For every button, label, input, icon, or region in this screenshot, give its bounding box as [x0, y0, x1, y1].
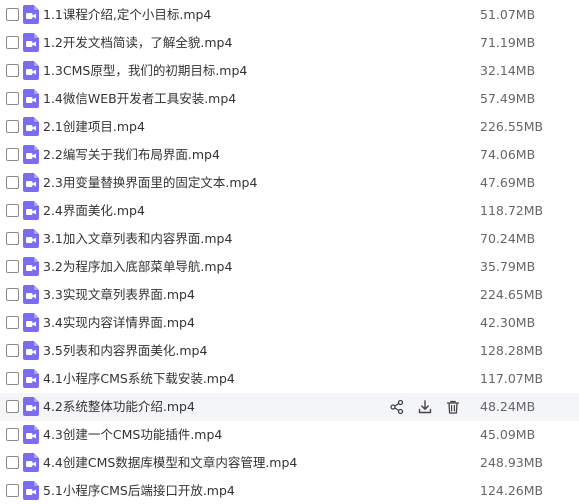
file-row[interactable]: 3.3实现文章列表界面.mp4 224.65MB	[0, 281, 579, 309]
video-file-icon	[23, 369, 39, 388]
file-checkbox[interactable]	[6, 260, 19, 273]
file-name[interactable]: 1.2开发文档简读，了解全貌.mp4	[43, 29, 232, 57]
file-size: 45.09MB	[480, 427, 536, 442]
video-file-icon	[23, 173, 39, 192]
file-name[interactable]: 2.3用变量替换界面里的固定文本.mp4	[43, 169, 257, 197]
file-name[interactable]: 3.5列表和内容界面美化.mp4	[43, 337, 207, 365]
file-row[interactable]: 1.2开发文档简读，了解全貌.mp4 71.19MB	[0, 29, 579, 57]
file-checkbox[interactable]	[6, 484, 19, 497]
download-button[interactable]	[414, 397, 436, 417]
file-name[interactable]: 1.3CMS原型，我们的初期目标.mp4	[43, 57, 247, 85]
file-name[interactable]: 4.4创建CMS数据库模型和文章内容管理.mp4	[43, 449, 297, 477]
file-name[interactable]: 5.1小程序CMS后端接口开放.mp4	[43, 477, 235, 504]
file-row[interactable]: 2.4界面美化.mp4 118.72MB	[0, 197, 579, 225]
file-size: 118.72MB	[480, 203, 544, 218]
video-file-icon	[23, 117, 39, 136]
file-row[interactable]: 2.2编写关于我们布局界面.mp4 74.06MB	[0, 141, 579, 169]
file-row[interactable]: 4.1小程序CMS系统下载安装.mp4 117.07MB	[0, 365, 579, 393]
file-size: 51.07MB	[480, 7, 536, 22]
file-checkbox[interactable]	[6, 232, 19, 245]
video-file-icon	[23, 453, 39, 472]
share-icon	[389, 399, 405, 415]
file-checkbox[interactable]	[6, 148, 19, 161]
file-row[interactable]: 1.4微信WEB开发者工具安装.mp4 57.49MB	[0, 85, 579, 113]
file-size: 48.24MB	[480, 399, 536, 414]
video-file-icon	[23, 145, 39, 164]
file-name[interactable]: 4.2系统整体功能介绍.mp4	[43, 393, 195, 421]
file-size: 226.55MB	[480, 119, 544, 134]
file-checkbox[interactable]	[6, 288, 19, 301]
file-size: 42.30MB	[480, 315, 536, 330]
file-checkbox[interactable]	[6, 456, 19, 469]
file-size: 124.26MB	[480, 483, 544, 498]
video-file-icon	[23, 61, 39, 80]
file-size: 47.69MB	[480, 175, 536, 190]
file-row[interactable]: 3.4实现内容详情界面.mp4 42.30MB	[0, 309, 579, 337]
video-file-icon	[23, 201, 39, 220]
file-name[interactable]: 2.4界面美化.mp4	[43, 197, 145, 225]
file-name[interactable]: 1.4微信WEB开发者工具安装.mp4	[43, 85, 236, 113]
file-checkbox[interactable]	[6, 64, 19, 77]
file-row[interactable]: 4.2系统整体功能介绍.mp4 48.24MB	[0, 393, 579, 421]
file-name[interactable]: 3.4实现内容详情界面.mp4	[43, 309, 195, 337]
row-actions	[386, 397, 470, 417]
video-file-icon	[23, 313, 39, 332]
file-name[interactable]: 4.1小程序CMS系统下载安装.mp4	[43, 365, 235, 393]
file-name[interactable]: 2.1创建项目.mp4	[43, 113, 145, 141]
file-checkbox[interactable]	[6, 204, 19, 217]
file-name[interactable]: 2.2编写关于我们布局界面.mp4	[43, 141, 220, 169]
file-checkbox[interactable]	[6, 344, 19, 357]
file-row[interactable]: 2.1创建项目.mp4 226.55MB	[0, 113, 579, 141]
file-row[interactable]: 1.3CMS原型，我们的初期目标.mp4 32.14MB	[0, 57, 579, 85]
file-size: 224.65MB	[480, 287, 544, 302]
file-row[interactable]: 3.1加入文章列表和内容界面.mp4 70.24MB	[0, 225, 579, 253]
file-checkbox[interactable]	[6, 372, 19, 385]
video-file-icon	[23, 33, 39, 52]
video-file-icon	[23, 5, 39, 24]
video-file-icon	[23, 425, 39, 444]
file-size: 32.14MB	[480, 63, 536, 78]
trash-icon	[445, 399, 461, 415]
file-checkbox[interactable]	[6, 36, 19, 49]
file-checkbox[interactable]	[6, 8, 19, 21]
video-file-icon	[23, 285, 39, 304]
file-name[interactable]: 4.3创建一个CMS功能插件.mp4	[43, 421, 222, 449]
video-file-icon	[23, 397, 39, 416]
file-size: 248.93MB	[480, 455, 544, 470]
file-name[interactable]: 1.1课程介绍,定个小目标.mp4	[43, 1, 211, 29]
file-row[interactable]: 4.4创建CMS数据库模型和文章内容管理.mp4 248.93MB	[0, 449, 579, 477]
file-checkbox[interactable]	[6, 120, 19, 133]
file-row[interactable]: 3.2为程序加入底部菜单导航.mp4 35.79MB	[0, 253, 579, 281]
file-checkbox[interactable]	[6, 428, 19, 441]
file-size: 74.06MB	[480, 147, 536, 162]
delete-button[interactable]	[442, 397, 464, 417]
file-name[interactable]: 3.2为程序加入底部菜单导航.mp4	[43, 253, 232, 281]
file-size: 71.19MB	[480, 35, 536, 50]
file-row[interactable]: 3.5列表和内容界面美化.mp4 128.28MB	[0, 337, 579, 365]
file-size: 57.49MB	[480, 91, 536, 106]
file-checkbox[interactable]	[6, 92, 19, 105]
file-row[interactable]: 2.3用变量替换界面里的固定文本.mp4 47.69MB	[0, 169, 579, 197]
file-row[interactable]: 5.1小程序CMS后端接口开放.mp4 124.26MB	[0, 477, 579, 504]
file-list: 1.1课程介绍,定个小目标.mp4 51.07MB 1.2开发文档简读，了解全貌.m…	[0, 0, 579, 504]
video-file-icon	[23, 229, 39, 248]
file-size: 70.24MB	[480, 231, 536, 246]
share-button[interactable]	[386, 397, 408, 417]
file-row[interactable]: 4.3创建一个CMS功能插件.mp4 45.09MB	[0, 421, 579, 449]
video-file-icon	[23, 481, 39, 500]
file-name[interactable]: 3.1加入文章列表和内容界面.mp4	[43, 225, 232, 253]
file-size: 128.28MB	[480, 343, 544, 358]
file-row[interactable]: 1.1课程介绍,定个小目标.mp4 51.07MB	[0, 1, 579, 29]
file-name[interactable]: 3.3实现文章列表界面.mp4	[43, 281, 195, 309]
video-file-icon	[23, 89, 39, 108]
file-size: 35.79MB	[480, 259, 536, 274]
video-file-icon	[23, 341, 39, 360]
file-checkbox[interactable]	[6, 316, 19, 329]
file-size: 117.07MB	[480, 371, 544, 386]
file-checkbox[interactable]	[6, 400, 19, 413]
video-file-icon	[23, 257, 39, 276]
download-icon	[417, 399, 433, 415]
file-checkbox[interactable]	[6, 176, 19, 189]
